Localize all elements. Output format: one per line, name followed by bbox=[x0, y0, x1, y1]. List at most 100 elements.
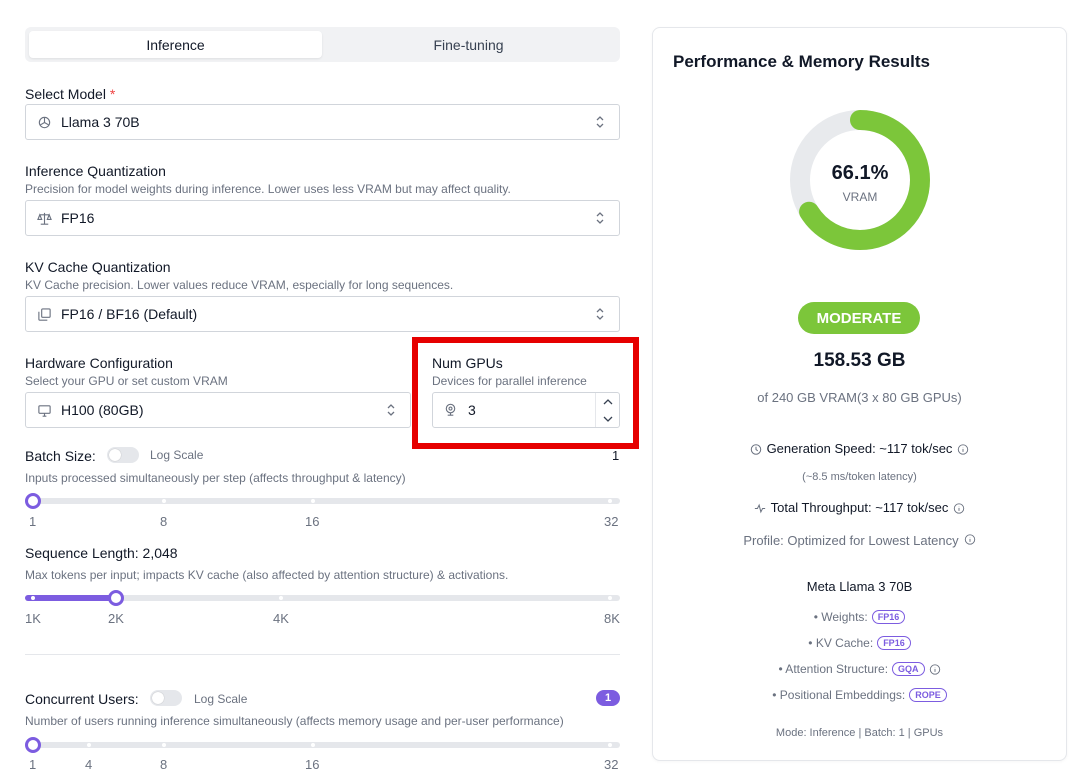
info-icon[interactable] bbox=[929, 663, 941, 675]
users-log-scale-toggle[interactable] bbox=[150, 690, 182, 706]
users-tick-mark bbox=[608, 743, 612, 747]
num-gpus-help: Devices for parallel inference bbox=[432, 374, 587, 388]
kv-quant-help: KV Cache precision. Lower values reduce … bbox=[25, 278, 454, 292]
model-select[interactable]: Llama 3 70B bbox=[25, 104, 620, 140]
inference-quant-value: FP16 bbox=[61, 210, 95, 226]
spec-attention: • Attention Structure: GQA bbox=[653, 662, 1066, 676]
inference-quant-help: Precision for model weights during infer… bbox=[25, 182, 511, 196]
batch-size-slider-thumb[interactable] bbox=[25, 493, 41, 509]
kv-quant-select[interactable]: FP16 / BF16 (Default) bbox=[25, 296, 620, 332]
batch-log-scale-label: Log Scale bbox=[150, 448, 204, 462]
spec-weights-label: • Weights: bbox=[813, 610, 868, 624]
model-summary-name: Meta Llama 3 70B bbox=[806, 579, 913, 594]
chevron-up-down-icon bbox=[595, 211, 607, 225]
concurrent-users-badge: 1 bbox=[596, 690, 620, 706]
users-tick-mark bbox=[87, 743, 91, 747]
batch-tick-label: 32 bbox=[604, 514, 619, 529]
latency: (~8.5 ms/token latency) bbox=[802, 471, 917, 483]
increment-button[interactable] bbox=[596, 393, 619, 410]
info-icon[interactable] bbox=[964, 533, 976, 545]
monitor-icon bbox=[36, 402, 52, 418]
info-icon[interactable] bbox=[953, 502, 965, 514]
weights-pill: FP16 bbox=[871, 610, 906, 624]
batch-log-scale-toggle[interactable] bbox=[107, 447, 139, 463]
batch-size-value: 1 bbox=[612, 448, 620, 463]
spec-kv-cache: • KV Cache: FP16 bbox=[653, 636, 1066, 650]
hardware-help: Select your GPU or set custom VRAM bbox=[25, 374, 228, 388]
vram-percent: 66.1% bbox=[831, 162, 889, 184]
mode-summary: Mode: Inference | Batch: 1 | GPUs bbox=[775, 727, 944, 739]
users-tick-label: 8 bbox=[160, 757, 168, 769]
batch-size-label: Batch Size: bbox=[25, 448, 96, 464]
tab-fine-tuning[interactable]: Fine-tuning bbox=[322, 31, 615, 58]
spec-positional: • Positional Embeddings: ROPE bbox=[653, 688, 1066, 702]
num-gpus-input[interactable]: 3 bbox=[432, 392, 620, 428]
total-throughput: Total Throughput: ~117 tok/sec bbox=[653, 500, 1066, 515]
batch-tick-mark bbox=[162, 499, 166, 503]
info-icon[interactable] bbox=[957, 443, 969, 455]
kv-quant-value: FP16 / BF16 (Default) bbox=[61, 306, 198, 322]
batch-tick-mark bbox=[608, 499, 612, 503]
model-select-value: Llama 3 70B bbox=[61, 114, 140, 130]
sequence-tick-label: 8K bbox=[604, 611, 620, 626]
users-tick-mark bbox=[162, 743, 166, 747]
section-divider bbox=[25, 654, 620, 655]
sequence-length-help: Max tokens per input; impacts KV cache (… bbox=[25, 568, 509, 582]
users-tick-mark bbox=[311, 743, 315, 747]
total-throughput-text: Total Throughput: ~117 tok/sec bbox=[770, 500, 949, 515]
users-tick-label: 32 bbox=[604, 757, 619, 769]
spec-kv-label: • KV Cache: bbox=[808, 636, 874, 650]
sequence-length-fill bbox=[25, 595, 117, 601]
num-gpus-stepper bbox=[595, 393, 619, 427]
kv-quant-label: KV Cache Quantization bbox=[25, 259, 171, 275]
concurrent-users-label: Concurrent Users: bbox=[25, 691, 139, 707]
decrement-button[interactable] bbox=[596, 410, 619, 427]
spec-attention-label: • Attention Structure: bbox=[778, 662, 889, 676]
users-log-scale-label: Log Scale bbox=[194, 692, 248, 706]
layers-icon bbox=[36, 306, 52, 322]
positional-pill: ROPE bbox=[909, 688, 947, 702]
sequence-tick-label: 2K bbox=[108, 611, 124, 626]
users-tick-label: 1 bbox=[29, 757, 37, 769]
batch-tick-mark bbox=[311, 499, 315, 503]
num-gpus-label: Num GPUs bbox=[432, 355, 503, 371]
users-tick-label: 16 bbox=[305, 757, 320, 769]
num-gpus-value: 3 bbox=[468, 402, 476, 418]
sequence-length-label: Sequence Length: 2,048 bbox=[25, 545, 178, 561]
openai-icon bbox=[36, 114, 52, 130]
sequence-tick-mark bbox=[279, 596, 283, 600]
inference-quant-select[interactable]: FP16 bbox=[25, 200, 620, 236]
batch-tick-label: 8 bbox=[160, 514, 168, 529]
sequence-tick-label: 4K bbox=[273, 611, 289, 626]
vram-used: 158.53 GB bbox=[813, 350, 906, 371]
gpu-select-value: H100 (80GB) bbox=[61, 402, 144, 418]
clock-icon bbox=[750, 443, 762, 455]
batch-tick-label: 1 bbox=[29, 514, 37, 529]
vram-total: of 240 GB VRAM(3 x 80 GB GPUs) bbox=[757, 390, 962, 405]
profile: Profile: Optimized for Lowest Latency bbox=[653, 533, 1066, 548]
mode-tabs: Inference Fine-tuning bbox=[25, 27, 620, 62]
concurrent-users-track[interactable] bbox=[25, 742, 620, 748]
sequence-tick-mark bbox=[31, 596, 35, 600]
sequence-tick-mark bbox=[608, 596, 612, 600]
hardware-label: Hardware Configuration bbox=[25, 355, 173, 371]
concurrent-users-slider-thumb[interactable] bbox=[25, 737, 41, 753]
sequence-tick-label: 1K bbox=[25, 611, 41, 626]
chevron-up-down-icon bbox=[595, 307, 607, 321]
generation-speed: Generation Speed: ~117 tok/sec bbox=[653, 441, 1066, 456]
results-title: Performance & Memory Results bbox=[673, 52, 930, 71]
gpu-select[interactable]: H100 (80GB) bbox=[25, 392, 411, 428]
select-model-label-text: Select Model bbox=[25, 86, 106, 102]
chevron-up-down-icon bbox=[595, 115, 607, 129]
vram-label: VRAM bbox=[842, 190, 878, 204]
tab-inference[interactable]: Inference bbox=[29, 31, 322, 58]
results-card: Performance & Memory Results 66.1% VRAM … bbox=[652, 27, 1067, 761]
spec-positional-label: • Positional Embeddings: bbox=[772, 688, 906, 702]
activity-icon bbox=[754, 502, 766, 514]
kv-pill: FP16 bbox=[877, 636, 911, 650]
inference-quant-label: Inference Quantization bbox=[25, 163, 166, 179]
webcam-icon bbox=[443, 402, 459, 418]
batch-size-track[interactable] bbox=[25, 498, 620, 504]
sequence-length-slider-thumb[interactable] bbox=[108, 590, 124, 606]
concurrent-users-help: Number of users running inference simult… bbox=[25, 714, 564, 728]
